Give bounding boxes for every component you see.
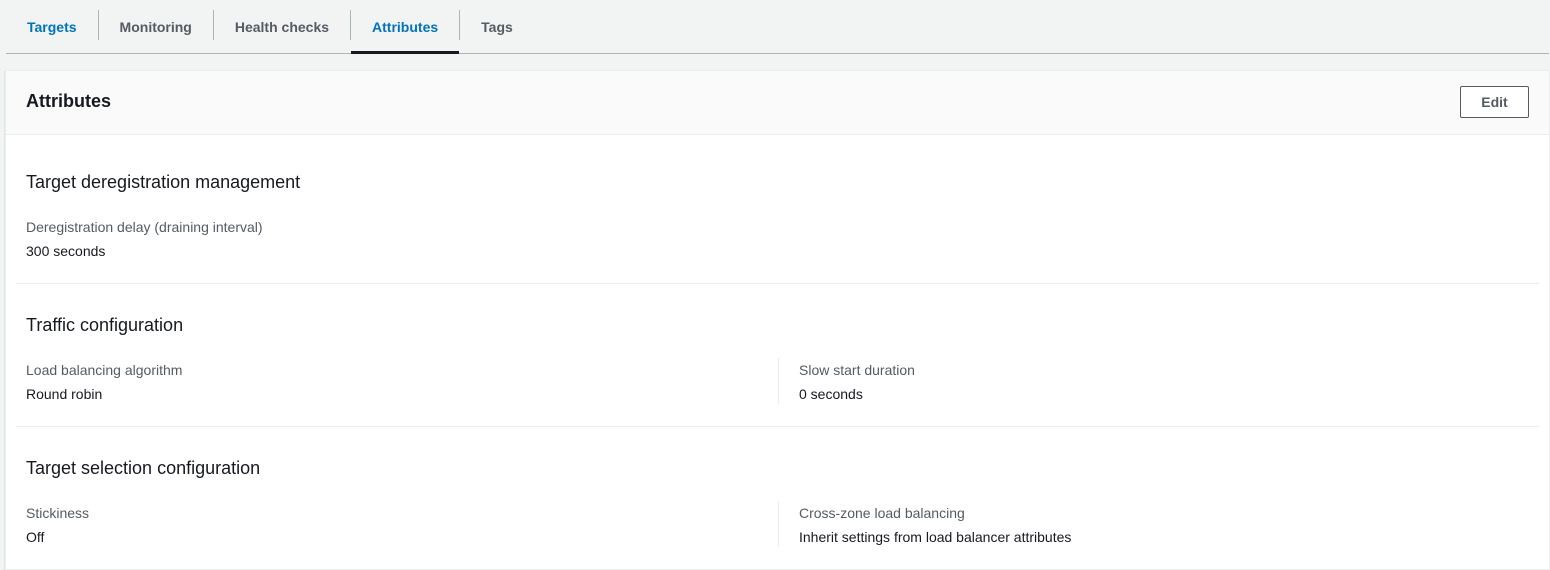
load-balancing-algorithm-field: Load balancing algorithm Round robin [26,361,182,403]
slow-start-duration-value: 0 seconds [799,386,863,402]
slow-start-duration-field: Slow start duration 0 seconds [778,358,915,404]
deregistration-section-title: Target deregistration management [26,172,301,192]
tab-tags[interactable]: Tags [460,0,534,53]
deregistration-delay-field: Deregistration delay (draining interval)… [26,218,263,260]
attributes-panel: Attributes Edit Target deregistration ma… [5,70,1550,570]
stickiness-label: Stickiness [26,505,90,521]
tab-targets-label: Targets [27,18,77,35]
tab-bar: Targets Monitoring Health checks Attribu… [6,0,1549,54]
tab-targets[interactable]: Targets [6,0,98,53]
tab-attributes-label: Attributes [372,18,439,35]
tab-monitoring-label: Monitoring [119,18,192,35]
traffic-section-title: Traffic configuration [26,315,184,335]
section-divider [16,426,1539,427]
stickiness-field: Stickiness Off [26,504,89,546]
section-divider [16,283,1539,284]
target-selection-section-title: Target selection configuration [26,458,261,478]
panel-header: Attributes Edit [6,71,1549,135]
cross-zone-load-balancing-value: Inherit settings from load balancer attr… [799,529,1072,545]
tab-health-checks[interactable]: Health checks [214,0,350,53]
cross-zone-load-balancing-field: Cross-zone load balancing Inherit settin… [778,501,1071,547]
tab-health-checks-label: Health checks [234,18,330,35]
load-balancing-algorithm-label: Load balancing algorithm [26,362,183,378]
edit-button[interactable]: Edit [1460,86,1529,118]
deregistration-delay-label: Deregistration delay (draining interval) [26,219,263,235]
panel-title: Attributes [26,91,111,111]
deregistration-delay-value: 300 seconds [26,243,106,259]
slow-start-duration-label: Slow start duration [799,362,915,378]
cross-zone-load-balancing-label: Cross-zone load balancing [799,505,965,521]
load-balancing-algorithm-value: Round robin [26,386,103,402]
stickiness-value: Off [26,529,45,545]
tab-tags-label: Tags [481,18,513,35]
tab-attributes[interactable]: Attributes [351,0,460,54]
tab-monitoring[interactable]: Monitoring [99,0,213,53]
